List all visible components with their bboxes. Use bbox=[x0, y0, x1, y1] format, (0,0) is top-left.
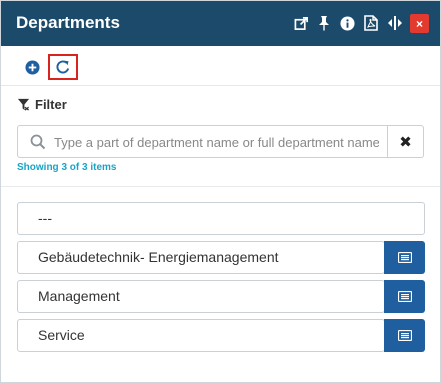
department-name[interactable]: Gebäudetechnik- Energiemanagement bbox=[17, 241, 385, 274]
filter-section: Filter ✖ Showing 3 of 3 items bbox=[1, 87, 440, 187]
search-field[interactable] bbox=[17, 125, 388, 158]
list-item: Gebäudetechnik- Energiemanagement bbox=[17, 241, 425, 274]
list-details-icon bbox=[397, 291, 412, 302]
list-details-icon bbox=[397, 330, 412, 341]
list-details-icon bbox=[397, 252, 412, 263]
window-title: Departments bbox=[16, 13, 120, 32]
department-detail-button[interactable] bbox=[384, 319, 425, 352]
search-icon bbox=[30, 134, 46, 150]
info-icon[interactable] bbox=[338, 14, 356, 32]
department-name[interactable]: Service bbox=[17, 319, 385, 352]
pin-icon[interactable] bbox=[315, 14, 333, 32]
refresh-button[interactable] bbox=[48, 54, 78, 80]
filter-label: Filter bbox=[35, 97, 67, 112]
add-button[interactable] bbox=[20, 55, 44, 79]
department-detail-button[interactable] bbox=[384, 280, 425, 313]
list-item: Service bbox=[17, 319, 425, 352]
add-icon bbox=[24, 59, 40, 75]
search-input[interactable] bbox=[54, 132, 379, 152]
filter-icon bbox=[17, 98, 30, 111]
department-name[interactable]: Management bbox=[17, 280, 385, 313]
close-button[interactable]: × bbox=[410, 14, 429, 33]
department-name[interactable]: --- bbox=[17, 202, 425, 235]
department-detail-button[interactable] bbox=[384, 241, 425, 274]
list-item: Management bbox=[17, 280, 425, 313]
pdf-icon[interactable] bbox=[362, 14, 380, 32]
toolbar bbox=[1, 46, 440, 86]
refresh-icon bbox=[56, 60, 70, 74]
title-bar: Departments × bbox=[1, 1, 440, 46]
filter-heading: Filter bbox=[17, 97, 67, 112]
external-link-icon[interactable] bbox=[292, 14, 310, 32]
clear-search-button[interactable]: ✖ bbox=[388, 125, 424, 158]
result-count: Showing 3 of 3 items bbox=[17, 162, 117, 173]
resize-horizontal-icon[interactable] bbox=[386, 14, 404, 32]
list-item: --- bbox=[17, 202, 425, 235]
departments-panel: Departments × Filter Type a part of depa… bbox=[0, 0, 441, 383]
